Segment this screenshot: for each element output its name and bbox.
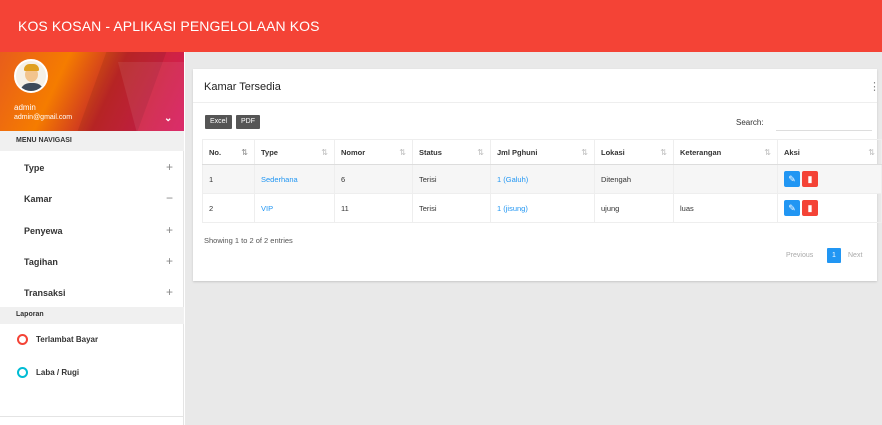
pdf-button[interactable]: PDF [236,115,260,129]
column-header[interactable]: Status ⇅ [412,139,491,165]
cell-no: 2 [202,193,255,223]
cell-type-link[interactable]: Sederhana [254,164,335,194]
sort-icon: ⇅ [581,148,588,157]
table-info: Showing 1 to 2 of 2 entries [204,236,293,245]
sidebar-item-label: Transaksi [24,288,66,298]
sidebar-item-penyewa[interactable]: Penyewa + [0,214,184,246]
sidebar-item-label: Type [24,163,45,173]
cell-aksi: ✎ ▮ [777,193,882,223]
expand-icon[interactable]: + [166,223,173,237]
trash-icon: ▮ [807,203,813,213]
cell-nomor: 6 [334,164,413,194]
main-content: Kamar Tersedia ⋮ Excel PDF Search: No. ⇅ … [185,52,882,425]
trash-icon: ▮ [807,174,813,184]
sidebar: admin admin@gmail.com ⌄ MENU NAVIGASI Ty… [0,52,184,425]
column-header[interactable]: No. ⇅ [202,139,255,165]
sidebar-item-laba-rugi[interactable]: Laba / Rugi [0,360,184,386]
pencil-icon: ✎ [788,203,796,213]
search-label: Search: [736,118,764,127]
column-header[interactable]: Nomor ⇅ [334,139,413,165]
user-name: admin [14,103,36,112]
column-header[interactable]: Jml Pghuni ⇅ [490,139,595,165]
sidebar-item-label: Laba / Rugi [36,368,80,377]
cell-lokasi: ujung [594,193,674,223]
top-navbar: KOS KOSAN - APLIKASI PENGELOLAAN KOS [0,0,882,52]
sort-icon: ⇅ [764,148,771,157]
cell-lokasi: Ditengah [594,164,674,194]
delete-button[interactable]: ▮ [802,171,818,187]
sidebar-item-label: Tagihan [24,257,58,267]
cell-keterangan: luas [673,193,778,223]
column-header[interactable]: Type ⇅ [254,139,335,165]
sort-icon: ⇅ [321,148,328,157]
cell-no: 1 [202,164,255,194]
pagination-current-page[interactable]: 1 [827,248,841,263]
menu-header: MENU NAVIGASI [0,131,184,151]
pagination-previous[interactable]: Previous [786,252,813,259]
circle-icon [17,367,28,378]
sidebar-item-label: Penyewa [24,226,63,236]
sort-icon: ⇅ [399,148,406,157]
cell-type-link[interactable]: VIP [254,193,335,223]
expand-icon[interactable]: + [166,254,173,268]
rooms-table: No. ⇅ Type ⇅ Nomor ⇅ Status ⇅ Jml Pghuni ⇅ Lo… [202,139,882,223]
cell-nomor: 11 [334,193,413,223]
rooms-card: Kamar Tersedia ⋮ Excel PDF Search: No. ⇅ … [193,69,882,281]
more-vert-icon[interactable]: ⋮ [869,80,880,93]
divider [0,416,184,417]
sidebar-item-tagihan[interactable]: Tagihan + [0,245,184,277]
sort-asc-icon: ⇅ [241,148,248,157]
table-row: 2 VIP 11 Terisi 1 (jisung) ujung luas ✎ ▮ [202,193,882,223]
search-input[interactable] [776,113,872,131]
card-title: Kamar Tersedia [204,81,281,93]
sidebar-item-label: Terlambat Bayar [36,335,99,344]
sort-icon: ⇅ [868,148,875,157]
sort-icon: ⇅ [660,148,667,157]
chevron-down-icon[interactable]: ⌄ [164,113,172,124]
avatar[interactable] [14,59,48,93]
collapse-icon[interactable]: − [166,191,173,205]
cell-keterangan [673,164,778,194]
sidebar-item-transaksi[interactable]: Transaksi + [0,276,184,308]
report-header: Laporan [0,307,184,324]
sidebar-item-terlambat-bayar[interactable]: Terlambat Bayar [0,327,184,353]
edit-button[interactable]: ✎ [784,171,800,187]
column-header[interactable]: Lokasi ⇅ [594,139,674,165]
sidebar-item-type[interactable]: Type + [0,151,184,183]
sort-icon: ⇅ [477,148,484,157]
cell-status: Terisi [412,164,491,194]
circle-icon [17,334,28,345]
cell-status: Terisi [412,193,491,223]
divider [193,102,877,103]
expand-icon[interactable]: + [166,285,173,299]
table-header-row: No. ⇅ Type ⇅ Nomor ⇅ Status ⇅ Jml Pghuni ⇅ Lo… [202,139,882,165]
cell-penghuni-link[interactable]: 1 (jisung) [490,193,595,223]
cell-penghuni-link[interactable]: 1 (Galuh) [490,164,595,194]
excel-button[interactable]: Excel [205,115,233,129]
pagination-next[interactable]: Next [848,252,862,259]
cell-aksi: ✎ ▮ [777,164,882,194]
sidebar-item-label: Kamar [24,194,53,204]
edit-button[interactable]: ✎ [784,200,800,216]
table-row: 1 Sederhana 6 Terisi 1 (Galuh) Ditengah … [202,164,882,194]
delete-button[interactable]: ▮ [802,200,818,216]
user-email: admin@gmail.com [14,114,73,121]
sidebar-item-kamar[interactable]: Kamar − [0,182,184,214]
column-header[interactable]: Aksi ⇅ [777,139,882,165]
app-title[interactable]: KOS KOSAN - APLIKASI PENGELOLAAN KOS [18,18,320,34]
expand-icon[interactable]: + [166,160,173,174]
column-header[interactable]: Keterangan ⇅ [673,139,778,165]
pencil-icon: ✎ [788,174,796,184]
user-info-panel: admin admin@gmail.com ⌄ [0,52,184,131]
